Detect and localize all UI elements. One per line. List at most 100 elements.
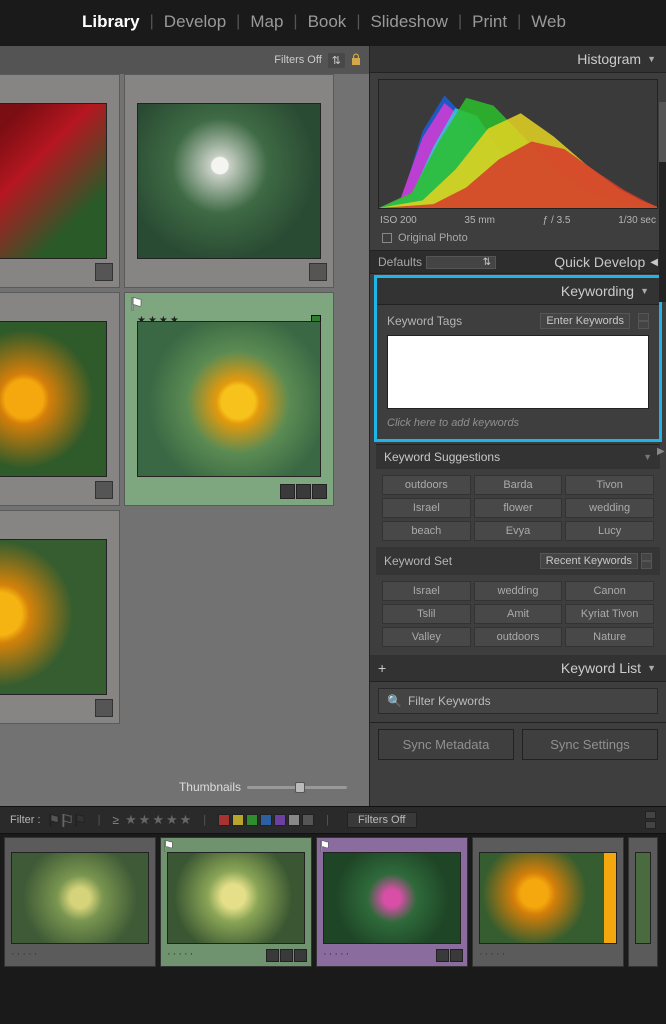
keyword-tags-mode-dropdown[interactable]: Enter Keywords xyxy=(540,313,630,329)
histogram-chart[interactable] xyxy=(378,79,658,209)
filmstrip-cell-selected[interactable]: ····· xyxy=(316,837,468,967)
keyword-suggestions-header[interactable]: Keyword Suggestions ▼ xyxy=(376,444,660,469)
keyword-tag[interactable]: Israel xyxy=(382,498,471,518)
slider-knob[interactable] xyxy=(295,782,305,793)
lock-icon[interactable] xyxy=(351,53,361,68)
grid-cell[interactable] xyxy=(124,74,334,288)
keyword-tag[interactable]: Barda xyxy=(474,475,563,495)
nav-slideshow[interactable]: Slideshow xyxy=(358,8,460,36)
keyword-tag[interactable]: Tivon xyxy=(565,475,654,495)
nav-develop[interactable]: Develop xyxy=(152,8,238,36)
keyword-tag[interactable]: Valley xyxy=(382,627,471,647)
keyword-tag[interactable]: wedding xyxy=(474,581,563,601)
star-icon[interactable]: ★ xyxy=(166,812,178,828)
grid-view[interactable]: Filters Off ⇅ ★★★★ xyxy=(0,46,369,806)
thumbnail[interactable] xyxy=(635,852,651,944)
sync-metadata-button[interactable]: Sync Metadata xyxy=(378,729,514,760)
thumbnail[interactable] xyxy=(167,852,305,944)
thumbnail[interactable] xyxy=(137,103,321,259)
histogram-header[interactable]: Histogram ▼ xyxy=(370,46,666,73)
keyword-list-header[interactable]: + Keyword List ▼ xyxy=(370,655,666,682)
rating-filter[interactable]: ≥ ★★★★★ xyxy=(112,812,191,828)
flag-filter[interactable] xyxy=(49,814,86,827)
thumbnail[interactable] xyxy=(11,852,149,944)
grid-cell[interactable] xyxy=(0,510,120,724)
filter-keywords-input[interactable]: 🔍 Filter Keywords xyxy=(378,688,658,714)
thumbnail[interactable] xyxy=(0,321,107,477)
right-scrollbar[interactable] xyxy=(659,102,666,302)
thumbnail[interactable] xyxy=(0,103,107,259)
quick-develop-header[interactable]: Defaults ⇅ Quick Develop ◀ xyxy=(370,250,666,274)
grid-cell[interactable] xyxy=(0,292,120,506)
flag-icon[interactable] xyxy=(164,840,174,852)
sync-settings-button[interactable]: Sync Settings xyxy=(522,729,658,760)
keyword-tag[interactable]: flower xyxy=(474,498,563,518)
thumbnail[interactable] xyxy=(323,852,461,944)
keyword-tag[interactable]: outdoors xyxy=(474,627,563,647)
checkbox-icon[interactable] xyxy=(382,233,392,243)
thumbnail[interactable] xyxy=(137,321,321,477)
color-swatch[interactable] xyxy=(274,814,286,826)
rating-comparator[interactable]: ≥ xyxy=(112,813,119,827)
keyword-tag[interactable]: outdoors xyxy=(382,475,471,495)
thumbnail[interactable] xyxy=(0,539,107,695)
keyword-hint[interactable]: Click here to add keywords xyxy=(377,417,659,439)
rating-dots[interactable]: ····· xyxy=(323,948,351,960)
color-swatch[interactable] xyxy=(288,814,300,826)
star-icon[interactable]: ★ xyxy=(125,812,137,828)
filters-off-label[interactable]: Filters Off xyxy=(274,54,321,66)
filmstrip[interactable]: ····· ····· ····· ····· xyxy=(0,834,666,984)
keyword-tag[interactable]: Lucy xyxy=(565,521,654,541)
thumbnail[interactable] xyxy=(479,852,617,944)
color-swatch[interactable] xyxy=(260,814,272,826)
color-swatch[interactable] xyxy=(246,814,258,826)
star-icon[interactable]: ★ xyxy=(152,812,164,828)
rating-dots[interactable]: ····· xyxy=(479,948,507,960)
filmstrip-cell[interactable] xyxy=(628,837,658,967)
flag-rejected-icon[interactable] xyxy=(75,814,86,827)
color-swatch[interactable] xyxy=(232,814,244,826)
add-keyword-button[interactable]: + xyxy=(378,660,386,676)
keyword-tag[interactable]: Kyriat Tivon xyxy=(565,604,654,624)
rating-dots[interactable]: ····· xyxy=(167,948,195,960)
keyword-set-dropdown[interactable]: Recent Keywords xyxy=(540,553,638,569)
panel-expand-icon[interactable]: ▶ xyxy=(657,446,666,460)
color-swatch[interactable] xyxy=(302,814,314,826)
flag-icon[interactable] xyxy=(131,297,143,311)
nav-web[interactable]: Web xyxy=(519,8,578,36)
grid-cell-selected[interactable]: ★★★★ xyxy=(124,292,334,506)
star-icon[interactable]: ★ xyxy=(139,812,151,828)
star-icon[interactable]: ★ xyxy=(180,812,192,828)
filters-stepper[interactable]: ⇅ xyxy=(328,53,345,68)
filmstrip-cell[interactable]: ····· xyxy=(472,837,624,967)
defaults-dropdown[interactable]: ⇅ xyxy=(426,256,496,269)
flag-icon[interactable] xyxy=(320,840,330,852)
keyword-tag[interactable]: Tslil xyxy=(382,604,471,624)
keywording-header[interactable]: Keywording ▼ xyxy=(377,278,659,305)
grid-cell[interactable] xyxy=(0,74,120,288)
filmstrip-cell[interactable]: ····· xyxy=(4,837,156,967)
nav-map[interactable]: Map xyxy=(238,8,295,36)
flag-unflagged-icon[interactable] xyxy=(62,814,73,827)
keyword-tag[interactable]: Amit xyxy=(474,604,563,624)
keyword-tag[interactable]: Israel xyxy=(382,581,471,601)
keyword-mode-stepper[interactable] xyxy=(638,313,649,329)
keyword-tag[interactable]: beach xyxy=(382,521,471,541)
color-filter[interactable] xyxy=(218,814,314,826)
keyword-input-box[interactable] xyxy=(387,335,649,409)
flag-picked-icon[interactable] xyxy=(49,814,60,827)
filmstrip-cell-selected[interactable]: ····· xyxy=(160,837,312,967)
filters-off-dropdown[interactable]: Filters Off xyxy=(347,812,416,828)
original-photo-row[interactable]: Original Photo xyxy=(370,226,666,250)
keyword-tag[interactable]: wedding xyxy=(565,498,654,518)
keyword-tag[interactable]: Canon xyxy=(565,581,654,601)
nav-book[interactable]: Book xyxy=(296,8,359,36)
keyword-set-stepper[interactable] xyxy=(641,553,652,569)
color-swatch[interactable] xyxy=(218,814,230,826)
filter-preset-switch[interactable] xyxy=(645,811,656,829)
keyword-tag[interactable]: Nature xyxy=(565,627,654,647)
keyword-tag[interactable]: Evya xyxy=(474,521,563,541)
scrollbar-thumb[interactable] xyxy=(659,102,666,162)
nav-library[interactable]: Library xyxy=(70,8,152,36)
slider-track[interactable] xyxy=(247,786,347,789)
